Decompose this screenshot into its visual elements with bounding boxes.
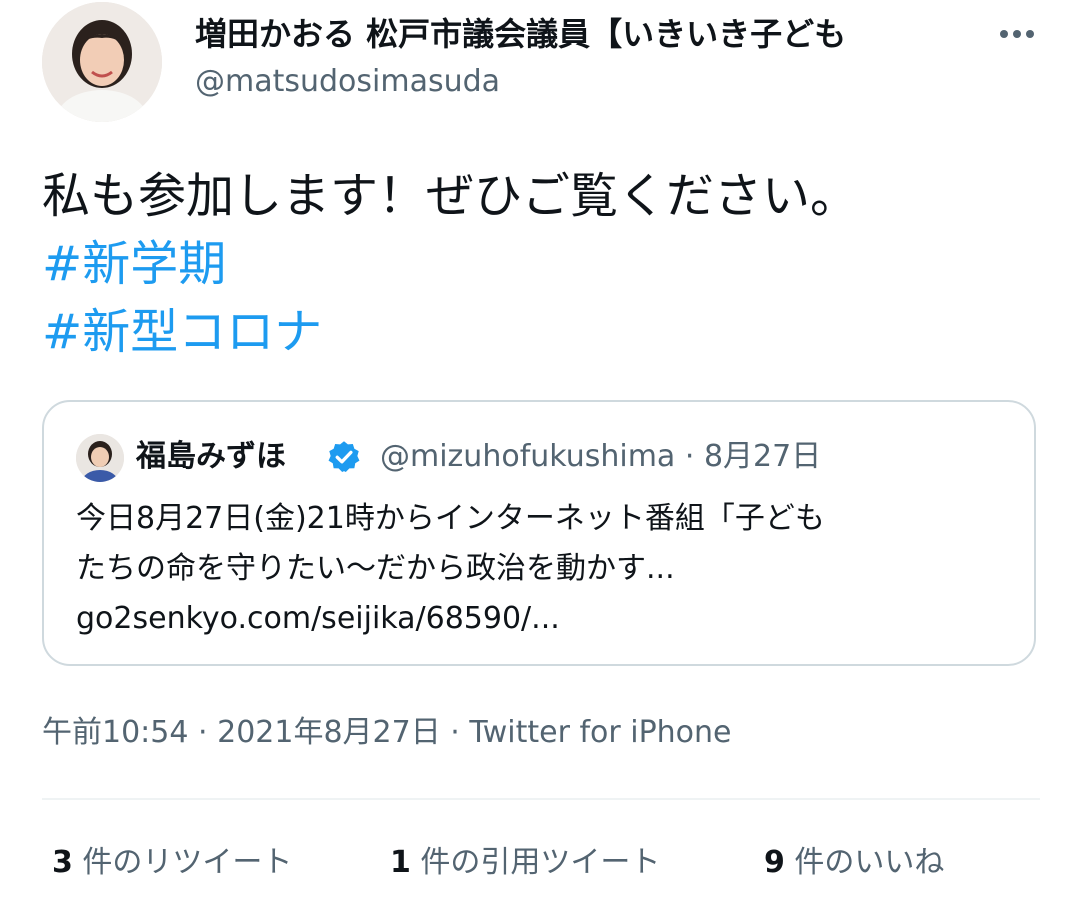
tweet-time[interactable]: 午前10:54 (42, 715, 188, 750)
meta-separator: · (450, 715, 460, 750)
likes-label: 件のいいね (794, 845, 945, 880)
author-handle[interactable]: @matsudosimasuda (195, 62, 500, 102)
likes-stat[interactable]: 9 件のいいね (764, 840, 944, 886)
tweet-metadata: 午前10:54 · 2021年8月27日 · Twitter for iPhon… (42, 710, 732, 756)
hashtag-link[interactable]: #新学期 (42, 230, 1042, 298)
quoted-avatar-image (76, 434, 124, 482)
quoted-date[interactable]: 8月27日 (704, 439, 821, 474)
quotes-label: 件の引用ツイート (420, 845, 661, 880)
quoted-display-name[interactable]: 福島みずほ (136, 434, 286, 480)
hashtag-link[interactable]: #新型コロナ (42, 298, 1042, 366)
more-dot (1013, 30, 1021, 38)
divider (42, 798, 1040, 800)
quoted-text-line: たちの命を守りたい〜だから政治を動かす... (76, 551, 675, 586)
quoted-text-line: 今日8月27日(金)21時からインターネット番組「子ども (76, 501, 825, 536)
tweet-text: 私も参加します！ぜひご覧ください。 (42, 168, 859, 224)
retweets-label: 件のリツイート (82, 845, 293, 880)
quoted-link[interactable]: go2senkyo.com/seijika/68590/... (76, 594, 1006, 644)
tweet-date[interactable]: 2021年8月27日 (217, 715, 441, 750)
more-dot (1000, 30, 1008, 38)
quotes-count: 1 (390, 845, 411, 880)
quoted-meta: @mizuhofukushima · 8月27日 (380, 434, 821, 480)
retweets-count: 3 (52, 845, 73, 880)
likes-count: 9 (764, 845, 785, 880)
tweet-source[interactable]: Twitter for iPhone (469, 715, 731, 750)
quoted-tweet-card[interactable]: 福島みずほ @mizuhofukushima · 8月27日 今日8月27日(金… (42, 400, 1036, 666)
quoted-text: 今日8月27日(金)21時からインターネット番組「子ども たちの命を守りたい〜だ… (76, 494, 1006, 644)
meta-separator: · (198, 715, 208, 750)
more-dots-icon[interactable] (992, 14, 1042, 54)
retweets-stat[interactable]: 3 件のリツイート (52, 840, 292, 886)
tweet-header: 増田かおる 松戸市議会議員【いきいき子ども @matsudosimasuda (42, 0, 1042, 130)
author-avatar[interactable] (42, 2, 162, 122)
author-avatar-image (42, 2, 162, 122)
more-dot (1026, 30, 1034, 38)
quotes-stat[interactable]: 1 件の引用ツイート (390, 840, 660, 886)
quoted-separator: · (684, 439, 695, 474)
author-display-name[interactable]: 増田かおる 松戸市議会議員【いきいき子ども (195, 12, 955, 56)
tweet-body: 私も参加します！ぜひご覧ください。 #新学期 #新型コロナ (42, 162, 1042, 366)
quoted-handle[interactable]: @mizuhofukushima (380, 439, 675, 474)
quoted-author-avatar[interactable] (76, 434, 124, 482)
verified-badge-icon (328, 441, 360, 472)
